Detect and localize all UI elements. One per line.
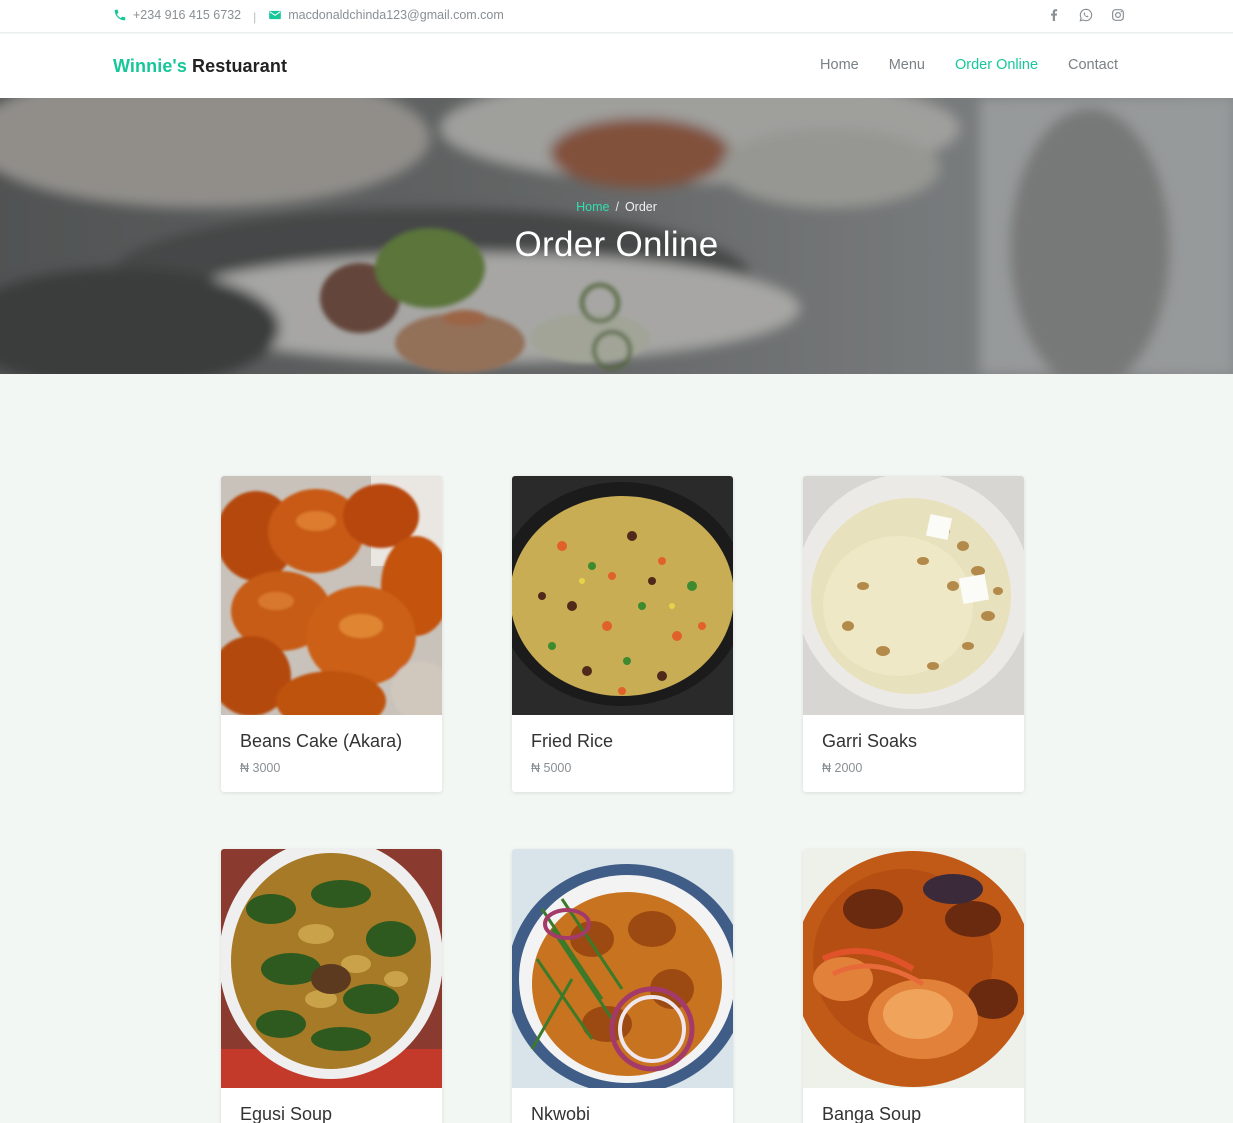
- product-price: ₦ 3000: [240, 761, 281, 775]
- product-name[interactable]: Fried Rice: [531, 731, 714, 752]
- whatsapp-icon[interactable]: [1078, 7, 1094, 23]
- product-card[interactable]: Beans Cake (Akara) ₦ 3000: [221, 476, 442, 792]
- top-contact-bar: +234 916 415 6732 | macdonaldchinda123@g…: [0, 0, 1233, 33]
- product-name[interactable]: Banga Soup: [822, 1104, 1005, 1123]
- phone-icon: [113, 8, 127, 22]
- product-name[interactable]: Garri Soaks: [822, 731, 1005, 752]
- brand-name-accent: Winnie's: [113, 56, 187, 76]
- nav-link-contact[interactable]: Contact: [1068, 57, 1118, 73]
- product-name[interactable]: Egusi Soup: [240, 1104, 423, 1123]
- product-image-egusi-soup[interactable]: [221, 849, 442, 1088]
- mail-icon: [268, 8, 282, 22]
- email-address[interactable]: macdonaldchinda123@gmail.com.com: [288, 8, 504, 22]
- product-price: ₦ 2000: [822, 761, 863, 775]
- product-card[interactable]: Nkwobi: [512, 849, 733, 1123]
- product-card[interactable]: Banga Soup: [803, 849, 1024, 1123]
- product-name[interactable]: Beans Cake (Akara): [240, 731, 423, 752]
- product-card[interactable]: Egusi Soup: [221, 849, 442, 1123]
- breadcrumb: Home / Order: [0, 200, 1233, 214]
- social-links: [1046, 7, 1126, 23]
- brand-name: Restuarant: [192, 56, 288, 76]
- main-navbar: Winnie's Restuarant Home Menu Order Onli…: [0, 34, 1233, 98]
- product-name[interactable]: Nkwobi: [531, 1104, 714, 1123]
- nav-menu: Home Menu Order Online Contact: [820, 57, 1118, 73]
- page-title: Order Online: [514, 225, 719, 264]
- product-image-banga-soup[interactable]: [803, 849, 1024, 1088]
- facebook-icon[interactable]: [1046, 7, 1062, 23]
- product-image-nkwobi[interactable]: [512, 849, 733, 1088]
- product-card[interactable]: Garri Soaks ₦ 2000: [803, 476, 1024, 792]
- product-card[interactable]: Fried Rice ₦ 5000: [512, 476, 733, 792]
- product-image-fried-rice[interactable]: [512, 476, 733, 715]
- product-image-garri-soaks[interactable]: [803, 476, 1024, 715]
- nav-link-menu[interactable]: Menu: [889, 57, 925, 73]
- instagram-icon[interactable]: [1110, 7, 1126, 23]
- product-price: ₦ 5000: [531, 761, 572, 775]
- nav-link-order-online[interactable]: Order Online: [955, 57, 1038, 73]
- product-image-beans-cake[interactable]: [221, 476, 442, 715]
- page-hero-banner: Home / Order Order Online: [0, 98, 1233, 374]
- nav-link-home[interactable]: Home: [820, 57, 859, 73]
- phone-number[interactable]: +234 916 415 6732: [133, 8, 241, 22]
- contact-info: +234 916 415 6732 | macdonaldchinda123@g…: [113, 8, 504, 24]
- breadcrumb-separator: /: [615, 200, 619, 214]
- breadcrumb-current: Order: [624, 200, 657, 214]
- brand-logo[interactable]: Winnie's Restuarant: [113, 56, 287, 77]
- breadcrumb-home-link[interactable]: Home: [576, 200, 609, 214]
- contact-separator: |: [253, 10, 257, 24]
